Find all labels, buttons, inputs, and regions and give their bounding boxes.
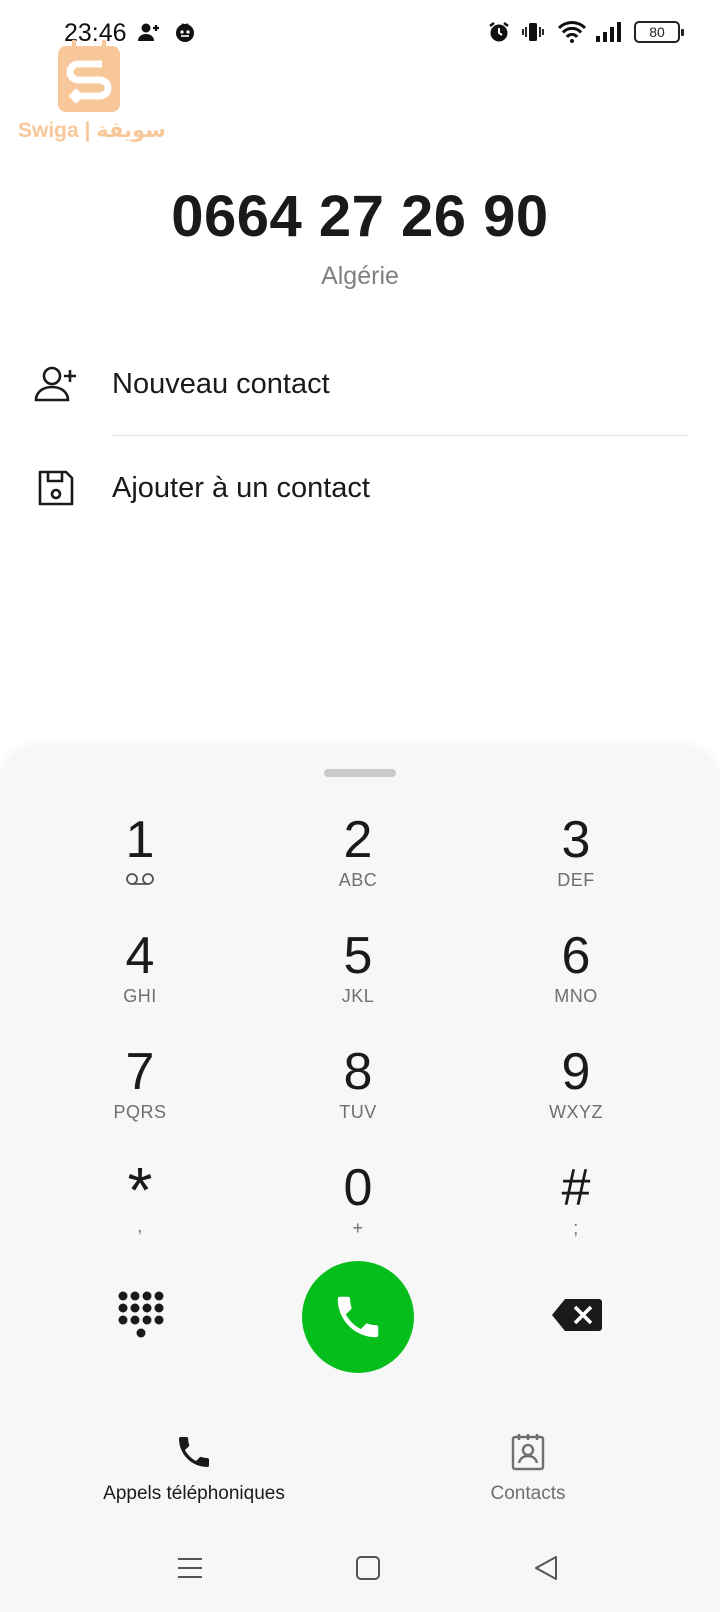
wifi-icon (556, 18, 588, 46)
key-digit: * (127, 1154, 153, 1226)
save-icon (32, 464, 80, 512)
key-letters: PQRS (113, 1102, 167, 1122)
key-digit: 0 (343, 1159, 373, 1217)
divider (112, 435, 688, 436)
key-4[interactable]: 4 GHI (50, 928, 230, 1038)
key-5[interactable]: 5 JKL (268, 928, 448, 1038)
watermark-text: Swiga | سويقة (18, 119, 166, 142)
number-region: Algérie (321, 262, 399, 290)
key-8[interactable]: 8 TUV (268, 1044, 448, 1154)
key-digit: 2 (343, 811, 373, 869)
backspace-button[interactable] (551, 1297, 603, 1333)
signal-icon (594, 18, 624, 46)
vibrate-icon (520, 18, 546, 46)
key-letters: WXYZ (549, 1102, 603, 1122)
voicemail-icon (50, 870, 230, 891)
add-to-contact-label: Ajouter à un contact (112, 472, 370, 504)
phone-icon (337, 1296, 379, 1338)
nav-calls-tab[interactable]: Appels téléphoniques (94, 1432, 294, 1505)
call-button[interactable] (302, 1261, 414, 1373)
key-letters: TUV (339, 1102, 377, 1122)
phone-icon (179, 1437, 209, 1467)
key-digit: 1 (125, 811, 155, 869)
key-star[interactable]: * , (50, 1154, 230, 1270)
key-digit: 8 (343, 1043, 373, 1101)
person-add-icon (32, 360, 80, 408)
key-digit: 5 (343, 927, 373, 985)
new-contact-label: Nouveau contact (112, 368, 330, 400)
key-letters: GHI (123, 986, 157, 1006)
add-to-contact-action[interactable]: Ajouter à un contact (0, 444, 720, 534)
backspace-icon (552, 1299, 602, 1331)
key-digit: 3 (561, 811, 591, 869)
battery-icon: 80 (634, 21, 684, 43)
alarm-icon (486, 18, 512, 46)
key-7[interactable]: 7 PQRS (50, 1044, 230, 1154)
key-digit: 9 (561, 1043, 591, 1101)
watermark-logo: Swiga | سويقة (14, 40, 174, 150)
key-letters: JKL (341, 986, 375, 1006)
key-9[interactable]: 9 WXYZ (486, 1044, 666, 1154)
key-6[interactable]: 6 MNO (486, 928, 666, 1038)
key-3[interactable]: 3 DEF (486, 812, 666, 922)
key-digit: # (561, 1159, 591, 1217)
key-letters: + (352, 1218, 364, 1238)
home-icon[interactable] (348, 1548, 388, 1588)
dialed-number: 0664 27 26 90 (171, 184, 549, 249)
key-digit: 7 (125, 1043, 155, 1101)
key-2[interactable]: 2 ABC (268, 812, 448, 922)
menu-icon[interactable] (170, 1548, 210, 1588)
face-icon (172, 18, 198, 46)
key-letters: MNO (554, 986, 598, 1006)
nav-contacts-label: Contacts (490, 1483, 566, 1504)
back-icon[interactable] (526, 1548, 566, 1588)
key-letters: , (137, 1216, 143, 1236)
key-digit: 4 (125, 927, 155, 985)
sheet-drag-handle[interactable] (324, 769, 396, 777)
contacts-book-icon (511, 1434, 545, 1471)
key-0[interactable]: 0 + (268, 1160, 448, 1270)
nav-calls-label: Appels téléphoniques (103, 1483, 285, 1504)
key-letters: DEF (557, 870, 595, 890)
dialpad-toggle-button[interactable] (116, 1290, 166, 1340)
key-digit: 6 (561, 927, 591, 985)
key-letters: ABC (338, 870, 378, 890)
key-hash[interactable]: # ; (486, 1160, 666, 1270)
dialpad-icon (118, 1291, 164, 1338)
key-1[interactable]: 1 (50, 812, 230, 922)
new-contact-action[interactable]: Nouveau contact (0, 340, 720, 430)
nav-contacts-tab[interactable]: Contacts (458, 1432, 598, 1505)
key-letters: ; (573, 1218, 579, 1238)
